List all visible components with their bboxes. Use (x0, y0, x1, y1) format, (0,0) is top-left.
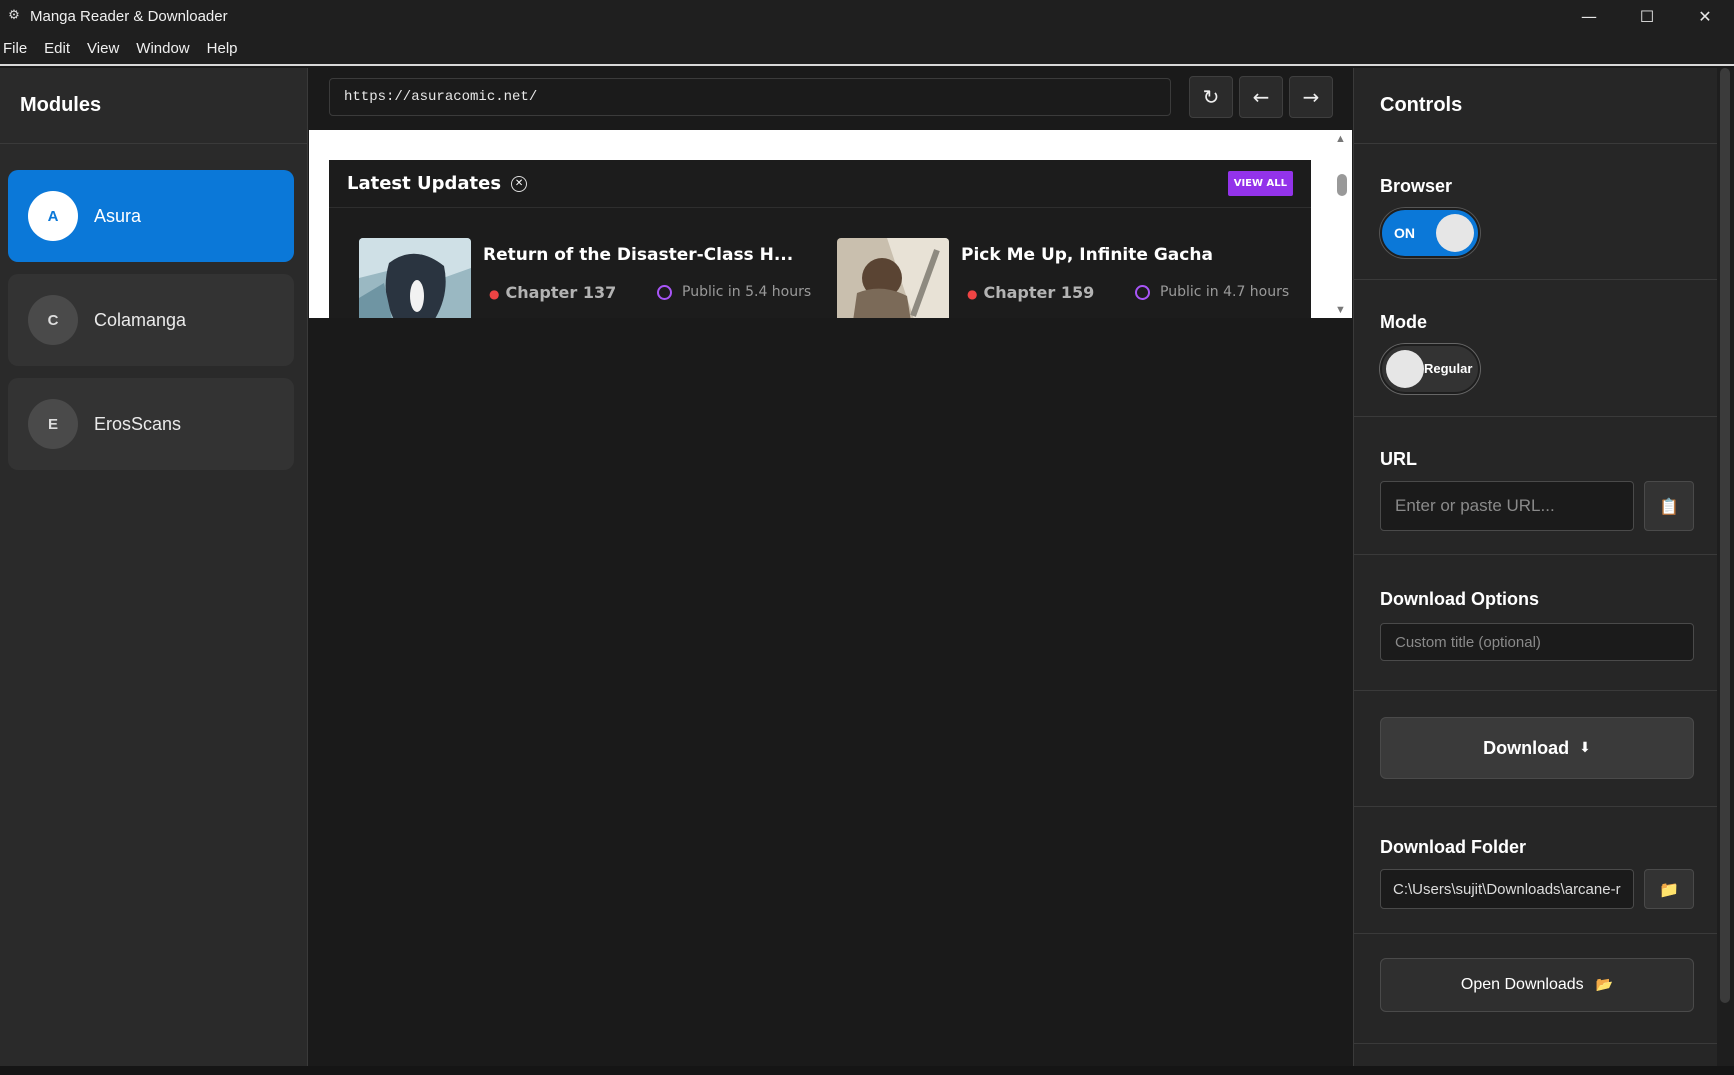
open-downloads-section: Open Downloads 📂 (1354, 934, 1718, 1044)
download-options-label: Download Options (1380, 589, 1539, 609)
toggle-label: Regular (1424, 361, 1473, 376)
menu-help[interactable]: Help (207, 40, 238, 57)
bottom-edge (0, 1066, 1734, 1075)
folder-icon: 📁 (1659, 879, 1679, 899)
section-title: Latest Updates (347, 173, 502, 194)
url-label: URL (1380, 449, 1417, 469)
release-time-label: Public in 5.4 hours (682, 284, 812, 300)
mode-toggle[interactable]: Regular (1380, 344, 1480, 394)
manga-title[interactable]: Pick Me Up, Infinite Gacha (961, 245, 1213, 265)
download-section: Download ⬇ (1354, 691, 1718, 807)
close-button[interactable]: ✕ (1676, 0, 1734, 32)
menu-view[interactable]: View (87, 40, 119, 57)
browser-area: https://asuracomic.net/ ↻ ← → Latest Upd… (309, 68, 1352, 1075)
timer-icon (1135, 284, 1150, 300)
folder-open-icon: 📂 (1595, 977, 1614, 993)
gear-icon: ⚙ (8, 8, 20, 23)
menu-file[interactable]: File (3, 40, 27, 57)
open-downloads-button[interactable]: Open Downloads 📂 (1380, 958, 1694, 1012)
manga-chapter[interactable]: ● Chapter 137 (489, 283, 616, 302)
address-bar[interactable]: https://asuracomic.net/ (329, 78, 1171, 116)
release-time: Public in 5.4 hours (657, 284, 811, 300)
module-colamanga[interactable]: C Colamanga (8, 274, 294, 366)
scrollbar-thumb[interactable] (1337, 174, 1347, 196)
browser-section: Browser ON (1354, 144, 1718, 280)
module-erosscans[interactable]: E ErosScans (8, 378, 294, 470)
scroll-down-icon[interactable]: ▼ (1335, 304, 1346, 316)
title-bar: ⚙ Manga Reader & Downloader — ☐ ✕ (0, 0, 1734, 32)
controls-title: Controls (1354, 68, 1717, 144)
module-label: Colamanga (94, 309, 187, 330)
module-label: ErosScans (94, 413, 182, 434)
manga-cover[interactable] (359, 238, 471, 318)
arrow-right-icon: → (1302, 85, 1320, 109)
menu-edit[interactable]: Edit (44, 40, 70, 57)
avatar: A (28, 191, 78, 241)
open-downloads-label: Open Downloads (1460, 976, 1584, 993)
module-asura[interactable]: A Asura (8, 170, 294, 262)
refresh-icon: ↻ (1202, 85, 1220, 109)
back-button[interactable]: ← (1239, 76, 1283, 118)
release-time-label: Public in 4.7 hours (1160, 284, 1290, 300)
view-all-button[interactable]: VIEW ALL (1227, 171, 1293, 196)
scrollbar-thumb[interactable] (1720, 68, 1730, 1003)
download-folder-input[interactable] (1380, 869, 1634, 909)
refresh-button[interactable]: ↻ (1189, 76, 1233, 118)
sidebar-title: Modules (0, 68, 307, 144)
scroll-up-icon[interactable]: ▲ (1335, 133, 1346, 145)
minimize-button[interactable]: — (1560, 0, 1618, 32)
latest-updates-panel: Latest Updates ✕ VIEW ALL Return of the … (329, 160, 1311, 318)
dot-icon: ● (489, 287, 500, 301)
forward-button[interactable]: → (1289, 76, 1333, 118)
mode-section: Mode Regular (1354, 280, 1718, 417)
release-time: Public in 4.7 hours (1135, 284, 1289, 300)
manga-title[interactable]: Return of the Disaster-Class H... (483, 245, 793, 265)
custom-title-input[interactable] (1380, 623, 1694, 661)
manga-chapter[interactable]: ● Chapter 159 (967, 283, 1094, 302)
menu-bar: File Edit View Window Help (0, 32, 1734, 66)
timer-icon (657, 284, 672, 300)
clipboard-icon: 📋 (1659, 496, 1679, 516)
latest-updates-header: Latest Updates ✕ (329, 160, 1311, 208)
download-label: Download (1483, 737, 1570, 758)
manga-cover[interactable] (837, 238, 949, 318)
toggle-knob (1436, 214, 1474, 252)
controls-panel: Controls Browser ON Mode Regular URL 📋 D… (1353, 68, 1718, 1075)
toggle-label: ON (1394, 225, 1415, 241)
chapter-label: Chapter 159 (983, 283, 1095, 302)
avatar: C (28, 295, 78, 345)
download-folder-section: Download Folder 📁 (1354, 807, 1718, 934)
avatar: E (28, 399, 78, 449)
chapter-label: Chapter 137 (505, 283, 617, 302)
browse-folder-button[interactable]: 📁 (1644, 869, 1694, 909)
webview-scrollbar[interactable]: ▲ ▼ (1330, 130, 1352, 318)
module-label: Asura (94, 205, 142, 226)
mode-label: Mode (1380, 312, 1427, 332)
url-input[interactable] (1380, 481, 1634, 531)
url-section: URL 📋 (1354, 417, 1718, 555)
webview[interactable]: Latest Updates ✕ VIEW ALL Return of the … (309, 130, 1352, 318)
arrow-left-icon: ← (1252, 85, 1270, 109)
download-folder-label: Download Folder (1380, 837, 1526, 857)
menu-window[interactable]: Window (136, 40, 189, 57)
download-button[interactable]: Download ⬇ (1380, 717, 1694, 779)
controls-scrollbar[interactable] (1717, 68, 1734, 1075)
window-title: Manga Reader & Downloader (30, 7, 228, 25)
download-icon: ⬇ (1579, 740, 1591, 756)
maximize-button[interactable]: ☐ (1618, 0, 1676, 32)
download-options-section: Download Options (1354, 555, 1718, 691)
toggle-knob (1386, 350, 1424, 388)
window-controls: — ☐ ✕ (1560, 0, 1734, 32)
modules-sidebar: Modules A Asura C Colamanga E ErosScans (0, 68, 308, 1075)
dot-icon: ● (967, 287, 978, 301)
close-circle-icon[interactable]: ✕ (511, 175, 528, 192)
browser-toggle[interactable]: ON (1380, 208, 1480, 258)
paste-button[interactable]: 📋 (1644, 481, 1694, 531)
browser-label: Browser (1380, 176, 1453, 196)
